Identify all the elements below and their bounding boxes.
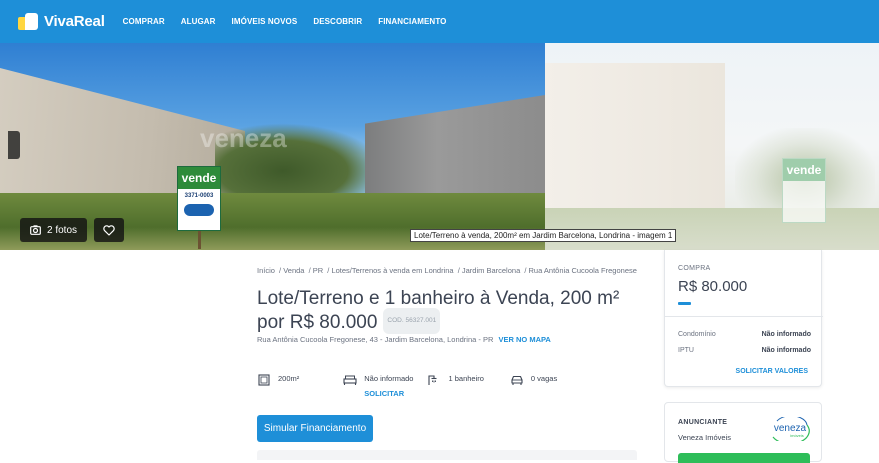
bedrooms-value: Não informado [364, 374, 414, 383]
breadcrumb: Início / Venda / PR / Lotes/Terrenos à v… [257, 266, 637, 275]
property-photo-2[interactable]: vende [545, 43, 879, 250]
request-values-link[interactable]: SOLICITAR VALORES [736, 368, 808, 375]
photos-count-label: 2 fotos [46, 224, 78, 236]
bed-icon [343, 375, 357, 385]
iptu-value: Não informado [761, 347, 811, 354]
breadcrumb-item[interactable]: Venda [283, 266, 304, 275]
for-sale-sign-faded: vende [782, 158, 826, 223]
advertiser-logo[interactable]: veneza imóveis [769, 417, 811, 441]
feature-bedrooms: Não informado SOLICITAR [343, 374, 413, 398]
view-on-map-link[interactable]: VER NO MAPA [498, 335, 550, 344]
nav-descobrir[interactable]: DESCOBRIR [313, 17, 362, 26]
price-value: R$ 80.000 [678, 278, 748, 295]
contact-button[interactable] [678, 453, 810, 463]
photos-button[interactable]: 2 fotos [20, 218, 87, 242]
image-tooltip: Lote/Terreno à venda, 200m² em Jardim Ba… [410, 229, 677, 242]
listing-address: Rua Antônia Cucoola Fregonese, 43 - Jard… [257, 335, 551, 344]
favorite-button[interactable] [94, 218, 124, 242]
bathrooms-value: 1 banheiro [448, 374, 484, 383]
feature-bathrooms: 1 banheiro [427, 374, 484, 398]
price-card: COMPRA R$ 80.000 Condomínio Não informad… [664, 250, 823, 387]
request-bedrooms-link[interactable]: SOLICITAR [364, 389, 413, 398]
condo-label: Condomínio [678, 331, 716, 338]
breadcrumb-item[interactable]: Rua Antônia Cucoola Fregonese [529, 266, 637, 275]
vivareal-logo[interactable]: VivaReal [18, 13, 105, 30]
top-navigation-bar: VivaReal COMPRAR ALUGAR IMÓVEIS NOVOS DE… [0, 0, 879, 43]
nav-imoveis-novos[interactable]: IMÓVEIS NOVOS [232, 17, 298, 26]
vivareal-logo-icon [18, 13, 38, 30]
nav-financiamento[interactable]: FINANCIAMENTO [378, 17, 446, 26]
car-icon [511, 375, 523, 385]
shower-icon [428, 375, 437, 385]
parking-value: 0 vagas [530, 374, 558, 383]
camera-icon [30, 225, 41, 235]
for-sale-sign: vende 3371-0003 [177, 166, 221, 249]
listing-title: Lote/Terreno e 1 banheiro à Venda, 200 m… [257, 288, 652, 336]
nav-alugar[interactable]: ALUGAR [181, 17, 216, 26]
brand-name: VivaReal [44, 13, 105, 30]
gallery-prev-arrow[interactable] [8, 131, 20, 159]
property-features: 200m² Não informado SOLICITAR 1 banheiro [257, 374, 571, 398]
photo-watermark: veneza [200, 123, 287, 153]
content-panel [257, 450, 637, 460]
main-nav: COMPRAR ALUGAR IMÓVEIS NOVOS DESCOBRIR F… [123, 17, 463, 26]
breadcrumb-item[interactable]: Lotes/Terrenos à venda em Londrina [331, 266, 453, 275]
iptu-row: IPTU Não informado [678, 347, 811, 354]
advertiser-name[interactable]: Veneza Imóveis [678, 433, 731, 442]
address-text: Rua Antônia Cucoola Fregonese, 43 - Jard… [257, 335, 494, 344]
advertiser-card: ANUNCIANTE Veneza Imóveis veneza imóveis [664, 402, 822, 463]
listing-code-badge: COD. 56327.001 [383, 308, 441, 334]
price-accent-line [678, 302, 691, 305]
condo-row: Condomínio Não informado [678, 331, 811, 338]
nav-comprar[interactable]: COMPRAR [123, 17, 165, 26]
advertiser-logo-subtext: imóveis [790, 433, 804, 438]
simulate-financing-button[interactable]: Simular Financiamento [257, 415, 373, 442]
feature-area: 200m² [257, 374, 299, 398]
advertiser-label: ANUNCIANTE [678, 419, 728, 426]
area-value: 200m² [278, 374, 300, 383]
breadcrumb-item[interactable]: Jardim Barcelona [462, 266, 520, 275]
price-divider [665, 316, 823, 317]
breadcrumb-item[interactable]: Início [257, 266, 275, 275]
breadcrumb-item[interactable]: PR [313, 266, 323, 275]
iptu-label: IPTU [678, 347, 694, 354]
feature-parking: 0 vagas [510, 374, 557, 398]
heart-icon [103, 224, 115, 236]
price-label: COMPRA [678, 265, 711, 272]
condo-value: Não informado [761, 331, 811, 338]
area-icon [258, 374, 270, 386]
photo-gallery[interactable]: veneza vende 3371-0003 vende 2 fotos Lot… [0, 43, 879, 250]
